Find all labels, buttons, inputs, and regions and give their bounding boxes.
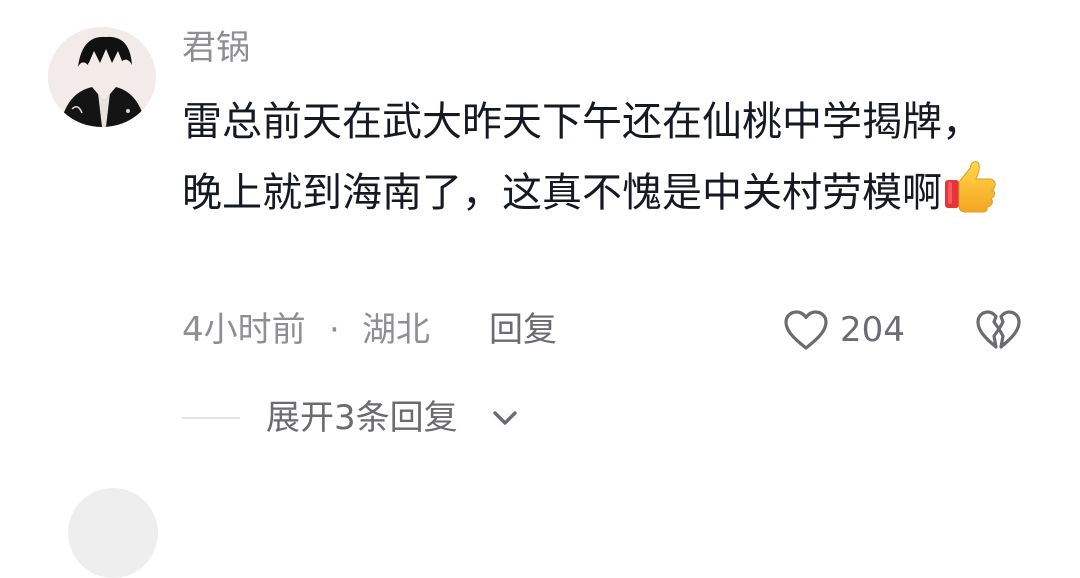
- expand-replies-label: 展开3条回复: [266, 398, 458, 438]
- chevron-down-icon: [490, 406, 520, 430]
- expand-replies-button[interactable]: 展开3条回复: [182, 394, 602, 442]
- comment-item: 君锅 雷总前天在武大昨天下午还在仙桃中学揭牌，晚上就到海南了，这真不愧是中关村劳…: [0, 0, 1080, 578]
- avatar-image: [48, 27, 156, 127]
- comment-location: 湖北: [362, 310, 430, 350]
- broken-heart-icon[interactable]: [974, 308, 1022, 352]
- expand-divider: [182, 417, 240, 419]
- reply-button[interactable]: 回复: [489, 306, 557, 354]
- comment-text: 雷总前天在武大昨天下午还在仙桃中学揭牌，晚上就到海南了，这真不愧是中关村劳模啊: [182, 88, 1012, 227]
- thumbs-up-emoji-icon: [942, 156, 1000, 214]
- avatar[interactable]: [48, 27, 156, 127]
- like-count: 204: [840, 310, 905, 350]
- comment-text-content: 雷总前天在武大昨天下午还在仙桃中学揭牌，晚上就到海南了，这真不愧是中关村劳模啊: [182, 99, 982, 216]
- heart-outline-icon: [782, 308, 830, 352]
- username[interactable]: 君锅: [182, 28, 250, 68]
- comment-time: 4小时前: [182, 310, 306, 350]
- meta-separator: ·: [329, 310, 340, 350]
- next-comment-avatar[interactable]: [68, 488, 158, 578]
- comment-meta: 4小时前 · 湖北 回复 204: [182, 306, 1042, 354]
